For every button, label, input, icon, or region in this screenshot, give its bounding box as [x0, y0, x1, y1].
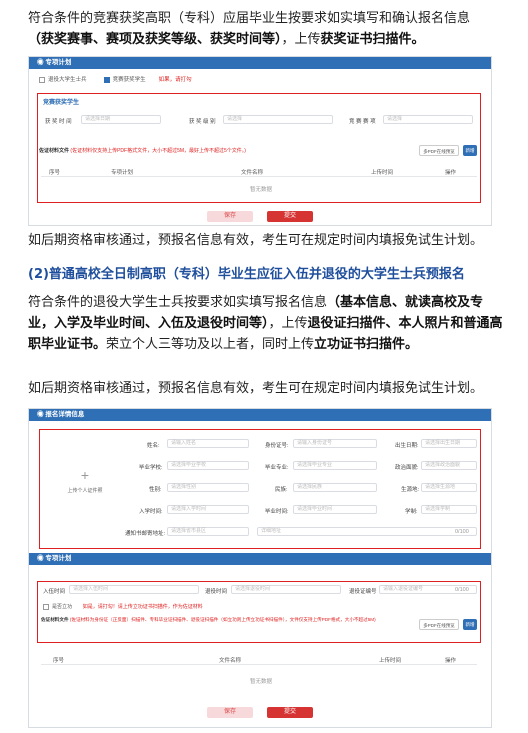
add-button-2[interactable]: 新增	[463, 619, 477, 630]
submit-button[interactable]: 提交	[267, 211, 313, 222]
name-input[interactable]: 请输入姓名	[167, 439, 249, 448]
plus-icon: +	[80, 467, 90, 483]
enlist-time-input[interactable]: 请选择入伍时间	[69, 585, 199, 594]
intro-line1: 符合条件的竞赛获奖高职（专科）应届毕业生按要求如实填写和确认报名信息	[28, 11, 471, 26]
photo-upload[interactable]: + 上传个人证件照	[47, 439, 123, 539]
section-heading: (2)普通高校全日制高职（专科）毕业生应征入伍并退役的大学生士兵预报名	[28, 267, 465, 282]
note-paragraph-2: 如后期资格审核通过，预报名信息有效，考生可在规定时间内填报免试生计划。	[28, 381, 484, 396]
enroll-time-input[interactable]: 请选择入学时间	[167, 505, 249, 514]
special-plan-bar: ◉ 专项计划	[29, 57, 491, 69]
special-plan-bar-2: ◉ 专项计划	[29, 553, 491, 565]
file-label: 佐证材料文件	[39, 148, 70, 154]
grad-time-input[interactable]: 请选择毕业时间	[293, 505, 377, 514]
empty-text-2: 暂无数据	[249, 679, 272, 685]
address-region-select[interactable]: 请选择省市县区	[167, 527, 249, 536]
competition-form-screenshot: ◉ 专项计划 退役大学生士兵 竞赛获奖学生 如果，请打勾 竞赛获奖学生 获 奖 …	[28, 56, 492, 226]
file-label-2: 佐证材料文件	[41, 617, 69, 622]
merit-hint: 如是，请打勾！请上传立功证书扫描件，作为佐证材料	[82, 604, 203, 610]
add-button[interactable]: 新增	[463, 145, 477, 156]
pdf-preview-button-2[interactable]: 多PDF在线预览	[419, 619, 459, 630]
duration-select[interactable]: 请选择学制	[421, 505, 477, 514]
event-select[interactable]: 请选择	[383, 115, 473, 124]
empty-text: 暂无数据	[249, 187, 272, 193]
school-select[interactable]: 请选择毕业学校	[167, 461, 249, 470]
discharge-time-input[interactable]: 请选择退役时间	[231, 585, 341, 594]
submit-button-2[interactable]: 提交	[267, 707, 313, 718]
detail-bar: ◉ 报名详情信息	[29, 409, 491, 421]
award-time-input[interactable]: 请选择日期	[81, 115, 161, 124]
ethnic-select[interactable]: 请选择民族	[293, 483, 377, 492]
section-title: 竞赛获奖学生	[43, 100, 80, 106]
file-table-header: 序号 专项计划 文件名称 上传时间 操作	[41, 165, 477, 177]
event-label: 竞 赛 赛 项	[349, 119, 376, 125]
file-table-header-2: 序号 文件名称 上传时间 操作	[41, 653, 477, 665]
birth-input[interactable]: 请选择出生日期	[421, 439, 477, 448]
award-level-select[interactable]: 请选择	[223, 115, 333, 124]
award-level-label: 获 奖 级 别	[189, 119, 216, 125]
id-input[interactable]: 请输入身份证号	[293, 439, 377, 448]
political-select[interactable]: 请选择政治面貌	[421, 461, 477, 470]
merit-checkbox[interactable]	[43, 603, 49, 610]
check-hint: 如果，请打勾	[158, 77, 192, 83]
file-hint-2: (佐证材料为身份证（正反面）扫描件、专科毕业证扫描件、退役证扫描件（如立功则上传…	[69, 617, 376, 622]
veteran-form-screenshot: ◉ 报名详情信息 + 上传个人证件照 姓名: 请输入姓名 身份证号: 请输入身份…	[28, 408, 492, 728]
note-paragraph-1: 如后期资格审核通过，预报名信息有效，考生可在规定时间内填报免试生计划。	[28, 233, 484, 248]
gender-select[interactable]: 请选择性别	[167, 483, 249, 492]
intro-paragraph: 符合条件的竞赛获奖高职（专科）应届毕业生按要求如实填写和确认报名信息 （获奖赛事…	[28, 8, 504, 50]
address-detail-input[interactable]: 详细地址	[257, 527, 477, 536]
major-select[interactable]: 请选择毕业专业	[293, 461, 377, 470]
veteran-checkbox[interactable]	[39, 76, 45, 83]
pdf-preview-button[interactable]: 多PDF在线预览	[419, 145, 459, 156]
competition-checkbox[interactable]	[103, 76, 110, 83]
intro-bold2: 获奖证书扫描件。	[320, 32, 425, 47]
origin-select[interactable]: 请选择生源地	[421, 483, 477, 492]
file-hint: (佐证材料仅支持上传PDF格式文件，大小不超过5M，最好上传不超过5个文件。)	[70, 148, 246, 154]
intro-mid: ，上传	[281, 32, 321, 47]
photo-label: 上传个人证件照	[67, 488, 103, 494]
award-time-label: 获 奖 时 间	[45, 119, 72, 125]
veteran-paragraph: 符合条件的退役大学生士兵按要求如实填写报名信息（基本信息、就读高校及专业，入学及…	[28, 295, 503, 352]
save-button-2[interactable]: 保存	[207, 707, 253, 718]
category-checks: 退役大学生士兵 竞赛获奖学生 如果，请打勾	[39, 75, 192, 83]
save-button[interactable]: 保存	[207, 211, 253, 222]
intro-bold1: （获奖赛事、赛项及获奖等级、获奖时间等）	[28, 32, 282, 47]
